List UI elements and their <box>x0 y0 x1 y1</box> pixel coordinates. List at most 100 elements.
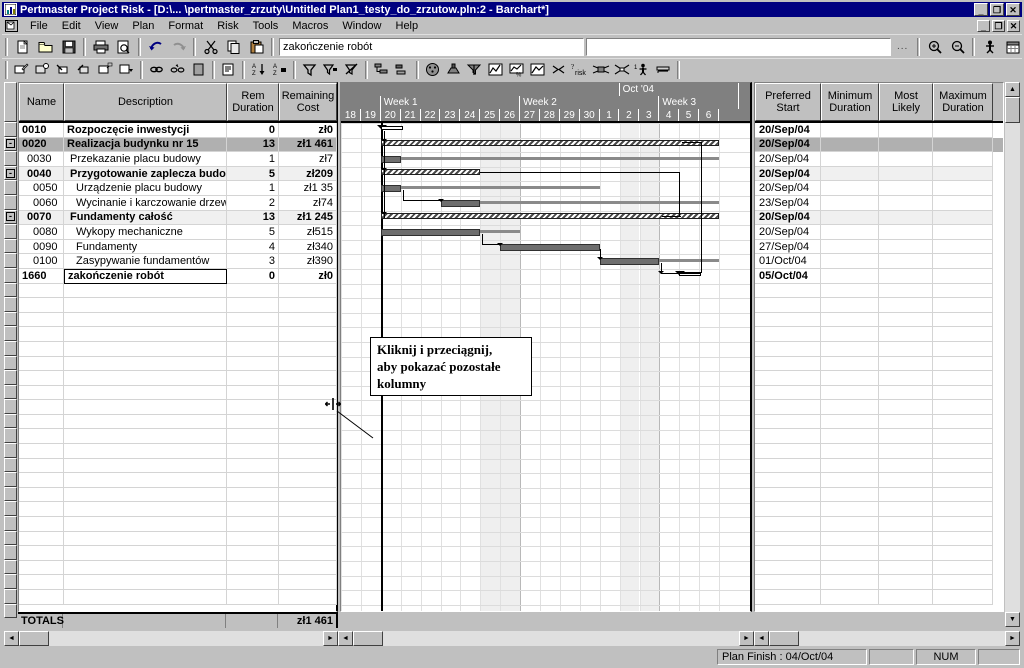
risk-table-row-empty[interactable] <box>755 590 1003 605</box>
table-row[interactable]: 1660 zakończenie robót 0 zł0 <box>19 268 337 284</box>
cell-maximum-duration[interactable] <box>933 225 993 240</box>
gantt-hscrollbar[interactable]: ◄ ► <box>338 630 754 646</box>
table-row[interactable]: 0060 Wycinanie i karczowanie drzew 2 zł74 <box>19 195 337 211</box>
table-hscroll-thumb[interactable] <box>19 630 49 646</box>
cell-name[interactable] <box>19 414 64 430</box>
cell-description[interactable] <box>64 312 227 328</box>
cell-remaining-cost[interactable]: zł515 <box>279 225 337 240</box>
scatter-icon[interactable] <box>548 60 569 80</box>
row-gutter-cell[interactable] <box>4 428 17 444</box>
cell-remaining-cost[interactable] <box>279 473 337 488</box>
cell-most-likely[interactable] <box>879 575 933 590</box>
row-gutter-cell[interactable] <box>4 238 17 254</box>
cell-maximum-duration[interactable] <box>933 487 993 503</box>
risk-hscroll-track[interactable] <box>799 630 1005 646</box>
cell-most-likely[interactable] <box>879 181 933 196</box>
risk-table-row-empty[interactable] <box>755 502 1003 518</box>
risk-analysis-icon[interactable] <box>443 60 464 80</box>
risk-table-row[interactable]: 20/Sep/04 <box>755 166 1003 182</box>
row-gutter-cell[interactable] <box>4 486 17 502</box>
redo-icon[interactable] <box>167 36 190 58</box>
cell-remaining-cost[interactable] <box>279 560 337 576</box>
minimize-button[interactable]: _ <box>974 3 988 16</box>
cell-remaining-cost[interactable] <box>279 502 337 518</box>
outline-level-icon[interactable] <box>392 60 413 80</box>
cell-most-likely[interactable] <box>879 268 933 284</box>
risk-network-icon[interactable] <box>590 60 611 80</box>
cell-remaining-cost[interactable]: zł74 <box>279 195 337 211</box>
cell-rem-duration[interactable] <box>227 327 279 342</box>
clear-filter-icon[interactable] <box>341 60 362 80</box>
report-icon[interactable] <box>218 60 239 80</box>
row-gutter-cell[interactable]: - <box>4 136 17 152</box>
cell-minimum-duration[interactable] <box>821 152 879 167</box>
table-scroll-right-button[interactable]: ► <box>323 630 338 646</box>
cell-most-likely[interactable] <box>879 560 933 576</box>
distribution-graph-icon[interactable] <box>485 60 506 80</box>
cell-most-likely[interactable] <box>879 546 933 561</box>
cell-minimum-duration[interactable] <box>821 517 879 532</box>
cell-description[interactable] <box>64 560 227 576</box>
risk-table-row-empty[interactable] <box>755 283 1003 299</box>
cell-description[interactable] <box>64 371 227 386</box>
cell-most-likely[interactable] <box>879 283 933 299</box>
cell-minimum-duration[interactable] <box>821 254 879 269</box>
row-gutter-cell[interactable] <box>4 603 17 619</box>
cell-minimum-duration[interactable] <box>821 371 879 386</box>
cell-name[interactable] <box>19 371 64 386</box>
task-bar-0060[interactable] <box>440 200 481 207</box>
cell-preferred-start[interactable] <box>755 414 821 430</box>
task-edit-icon[interactable] <box>11 60 32 80</box>
row-gutter-cell[interactable] <box>4 589 17 604</box>
gantt-scroll-left-button[interactable]: ◄ <box>338 630 353 646</box>
cell-preferred-start[interactable]: 01/Oct/04 <box>755 254 821 269</box>
task-properties-icon[interactable] <box>32 60 53 80</box>
row-gutter-cell[interactable] <box>4 340 17 356</box>
cell-remaining-cost[interactable] <box>279 298 337 313</box>
cell-preferred-start[interactable]: 23/Sep/04 <box>755 195 821 211</box>
cell-rem-duration[interactable]: 3 <box>227 254 279 269</box>
cell-most-likely[interactable] <box>879 152 933 167</box>
risk-table-row[interactable]: 27/Sep/04 <box>755 239 1003 255</box>
restore-button[interactable]: ❐ <box>990 3 1004 16</box>
cell-most-likely[interactable] <box>879 123 933 138</box>
risk-table-row[interactable]: 20/Sep/04 <box>755 225 1003 240</box>
risk-table-row[interactable]: 20/Sep/04 <box>755 123 1003 138</box>
cell-description[interactable]: Przygotowanie zaplecza budo <box>64 166 227 182</box>
cell-most-likely[interactable] <box>879 327 933 342</box>
distribution-percent-icon[interactable]: % <box>506 60 527 80</box>
cell-maximum-duration[interactable] <box>933 210 993 226</box>
risk-dice-icon[interactable] <box>422 60 443 80</box>
cell-minimum-duration[interactable] <box>821 473 879 488</box>
cell-name[interactable] <box>19 458 64 474</box>
cell-most-likely[interactable] <box>879 166 933 182</box>
row-gutter-cell[interactable] <box>4 545 17 560</box>
copy-icon[interactable] <box>222 36 245 58</box>
cell-preferred-start[interactable] <box>755 531 821 547</box>
filter-options-icon[interactable] <box>320 60 341 80</box>
document-control-icon[interactable] <box>4 19 19 33</box>
cell-rem-duration[interactable]: 5 <box>227 225 279 240</box>
cell-rem-duration[interactable] <box>227 502 279 518</box>
cell-preferred-start[interactable] <box>755 312 821 328</box>
cell-description[interactable] <box>64 575 227 590</box>
cell-most-likely[interactable] <box>879 356 933 372</box>
risk-table-row-empty[interactable] <box>755 487 1003 503</box>
scroll-up-button[interactable]: ▲ <box>1005 82 1020 97</box>
cell-rem-duration[interactable] <box>227 400 279 415</box>
cell-maximum-duration[interactable] <box>933 137 993 153</box>
cell-most-likely[interactable] <box>879 473 933 488</box>
unlink-icon[interactable] <box>167 60 188 80</box>
table-row[interactable]: 0020 Realizacja budynku nr 15 13 zł1 461 <box>19 137 337 153</box>
cell-remaining-cost[interactable]: zł1 461 <box>279 137 337 153</box>
risk-table-row-empty[interactable] <box>755 458 1003 474</box>
cell-description[interactable]: Fundamenty całość <box>64 210 227 226</box>
cell-description[interactable] <box>64 517 227 532</box>
cell-rem-duration[interactable] <box>227 575 279 590</box>
collapse-expand-icon[interactable]: - <box>6 168 15 178</box>
column-header-minimum-duration[interactable]: Minimum Duration <box>821 83 879 121</box>
risk-table-row-empty[interactable] <box>755 517 1003 532</box>
cell-name[interactable] <box>19 575 64 590</box>
cell-description[interactable] <box>64 400 227 415</box>
cell-preferred-start[interactable] <box>755 400 821 415</box>
